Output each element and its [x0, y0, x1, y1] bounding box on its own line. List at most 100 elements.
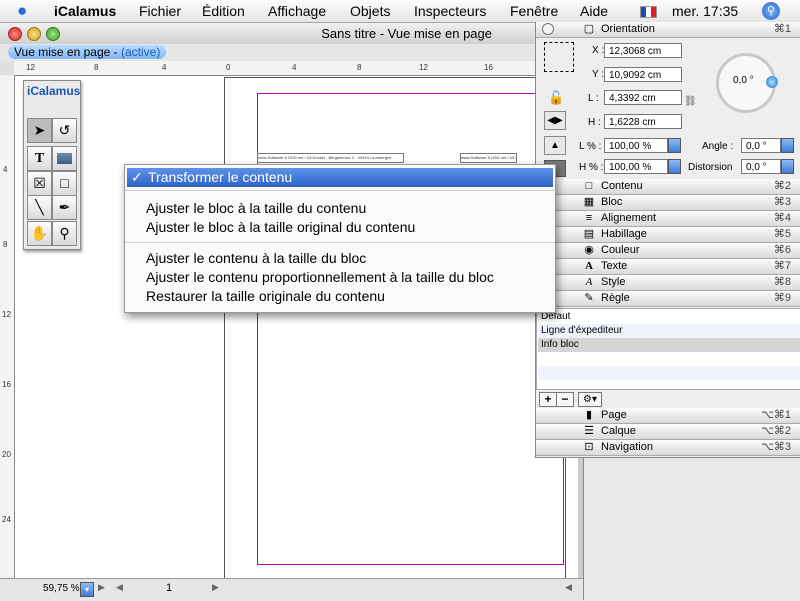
section-label: Bloc	[601, 196, 623, 208]
hruler-tick: 4	[292, 63, 297, 72]
scroll-right-arrow-icon[interactable]: ▶	[98, 582, 105, 593]
frame-icon: ▦	[583, 196, 595, 208]
menu-item-fit-content-to-frame[interactable]: Ajuster le contenu à la taille du bloc	[125, 249, 555, 268]
crossed-frame-tool-icon[interactable]: ☒	[27, 171, 52, 196]
zoom-dropdown-button[interactable]: ▾	[80, 582, 94, 597]
lock-icon[interactable]: 🔓	[548, 90, 564, 106]
image-tool-icon[interactable]	[52, 146, 77, 171]
menu-inspecteurs[interactable]: Inspecteurs	[414, 3, 486, 19]
flip-horizontal-icon[interactable]: ◀▶	[544, 111, 566, 130]
window-title-bar[interactable]: Sans titre - Vue mise en page	[0, 23, 583, 45]
menu-item-fit-frame-to-content[interactable]: Ajuster le bloc à la taille du contenu	[125, 199, 555, 218]
pen-tool-icon[interactable]: ✒	[52, 195, 77, 220]
page-left-arrow-icon[interactable]: ◀	[565, 582, 572, 593]
section-label: Page	[601, 409, 627, 421]
inspector-section-style[interactable]: A Style ⌘8	[536, 275, 800, 291]
menu-item-transform-content[interactable]: ✓ Transformer le contenu	[127, 168, 553, 187]
menu-item-fit-content-proportionally[interactable]: Ajuster le contenu proportionnellement à…	[125, 268, 555, 287]
menu-app-name[interactable]: iCalamus	[54, 3, 116, 19]
page-right-arrow-icon[interactable]: ▶	[212, 582, 219, 593]
lpct-field[interactable]: 100,00 %	[604, 138, 668, 153]
section-label: Calque	[601, 425, 636, 437]
lpct-dropdown-button[interactable]	[668, 138, 681, 153]
chain-link-icon[interactable]: ⛓	[684, 96, 697, 107]
distortion-field[interactable]: 0,0 °	[741, 159, 781, 174]
lpct-label: L % :	[579, 141, 602, 152]
hruler-tick: 16	[484, 63, 493, 72]
arrow-tool-icon[interactable]: ➤	[27, 118, 52, 143]
zoom-value[interactable]: 59,75 %	[43, 583, 80, 594]
angle-dropdown-button[interactable]	[781, 138, 794, 153]
hpct-field[interactable]: 100,00 %	[604, 159, 668, 174]
window-title: Sans titre - Vue mise en page	[321, 26, 492, 41]
inspector-section-navigation[interactable]: ⊡ Navigation ⌥⌘3	[536, 440, 800, 456]
menu-bar: ● iCalamus Fichier Édition Affichage Obj…	[0, 0, 800, 23]
menu-affichage[interactable]: Affichage	[268, 3, 326, 19]
inspector-section-texte[interactable]: A Texte ⌘7	[536, 259, 800, 275]
section-shortcut: ⌘7	[773, 260, 791, 272]
h-field[interactable]: 1,6228 cm	[604, 114, 682, 129]
transform-popup-menu: ✓ Transformer le contenu Ajuster le bloc…	[124, 164, 556, 313]
close-circle-icon[interactable]	[542, 23, 554, 35]
menu-fenetre[interactable]: Fenêtre	[510, 3, 558, 19]
rotation-handle-icon[interactable]	[766, 76, 778, 88]
anchor-point-grid[interactable]	[544, 42, 574, 72]
angle-field[interactable]: 0,0 °	[741, 138, 781, 153]
flip-vertical-icon[interactable]: ▲	[544, 136, 566, 155]
distortion-dropdown-button[interactable]	[781, 159, 794, 174]
section-shortcut: ⌘4	[773, 212, 791, 224]
distortion-label: Distorsion	[688, 162, 733, 173]
menu-fichier[interactable]: Fichier	[139, 3, 181, 19]
inspector-section-couleur[interactable]: ◉ Couleur ⌘6	[536, 243, 800, 259]
menu-separator	[125, 242, 555, 243]
inspector-orientation-header[interactable]: ▢ Orientation ⌘1	[536, 22, 800, 38]
text-frame-info[interactable]: www.Softwaré & DSD.net / Uli Dunkel	[460, 153, 517, 163]
menu-clock[interactable]: mer. 17:35	[672, 3, 738, 19]
inspector-section-contenu[interactable]: □ Contenu ⌘2	[536, 179, 800, 195]
french-flag-icon[interactable]	[640, 6, 657, 18]
remove-rule-icon[interactable]: −	[556, 392, 574, 407]
apple-icon[interactable]: ●	[17, 1, 27, 21]
text-frame-sender[interactable]: www.Softwaré & DSD.net / Uli Dunkel - Be…	[257, 153, 404, 163]
inspector-section-bloc[interactable]: ▦ Bloc ⌘3	[536, 195, 800, 211]
rectangle-tool-icon[interactable]: □	[52, 171, 77, 196]
section-label: Navigation	[601, 441, 653, 453]
rotate-tool-icon[interactable]: ↺	[52, 118, 77, 143]
inspector-section-calque[interactable]: ☰ Calque ⌥⌘2	[536, 424, 800, 440]
l-field[interactable]: 4,3392 cm	[604, 90, 682, 105]
menu-edition[interactable]: Édition	[202, 3, 245, 19]
magnifier-tool-icon[interactable]: ⚲	[52, 221, 77, 246]
inspector-section-alignement[interactable]: ≡ Alignement ⌘4	[536, 211, 800, 227]
text-tool-icon[interactable]: T	[27, 146, 52, 171]
y-field[interactable]: 10,9092 cm	[604, 67, 682, 82]
ruler-origin[interactable]	[0, 61, 15, 76]
list-item[interactable]	[538, 366, 800, 380]
horizontal-ruler[interactable]: 12 8 4 0 4 8 12 16 20	[14, 61, 578, 76]
inspector-section-habillage[interactable]: ▤ Habillage ⌘5	[536, 227, 800, 243]
vertical-ruler[interactable]: 4 8 12 16 20 24 28	[0, 75, 15, 601]
page-number[interactable]: 1	[166, 582, 172, 594]
menu-item-restore-original-size[interactable]: Restaurer la taille originale du contenu	[125, 287, 555, 306]
add-rule-icon[interactable]: +	[539, 392, 557, 407]
gear-icon[interactable]: ⚙▾	[578, 392, 602, 407]
list-item[interactable]: Info bloc	[538, 338, 800, 352]
hpct-dropdown-button[interactable]	[668, 159, 681, 174]
menu-aide[interactable]: Aide	[580, 3, 608, 19]
tool-palette-title[interactable]: iCalamus	[27, 84, 80, 98]
line-tool-icon[interactable]: ╲	[27, 195, 52, 220]
list-item[interactable]: Ligne d'éxpediteur	[538, 324, 800, 338]
menu-objets[interactable]: Objets	[350, 3, 390, 19]
inspector-section-page[interactable]: ▮ Page ⌥⌘1	[536, 408, 800, 424]
inspector-section-regle[interactable]: ✎ Règle ⌘9	[536, 291, 800, 307]
hand-tool-icon[interactable]: ✋	[27, 221, 52, 246]
view-tab-layout[interactable]: Vue mise en page - (active)	[8, 45, 167, 59]
spotlight-search-icon[interactable]: ⚲	[762, 2, 780, 20]
x-field[interactable]: 12,3068 cm	[604, 43, 682, 58]
menu-item-fit-frame-to-original[interactable]: Ajuster le bloc à la taille original du …	[125, 218, 555, 237]
list-item[interactable]	[538, 352, 800, 366]
list-item[interactable]: Défaut	[538, 310, 800, 324]
align-icon: ≡	[585, 212, 593, 224]
section-label: Règle	[601, 292, 630, 304]
scroll-left-arrow-icon[interactable]: ◀	[116, 582, 123, 593]
rotation-dial[interactable]: 0,0 °	[716, 53, 778, 113]
